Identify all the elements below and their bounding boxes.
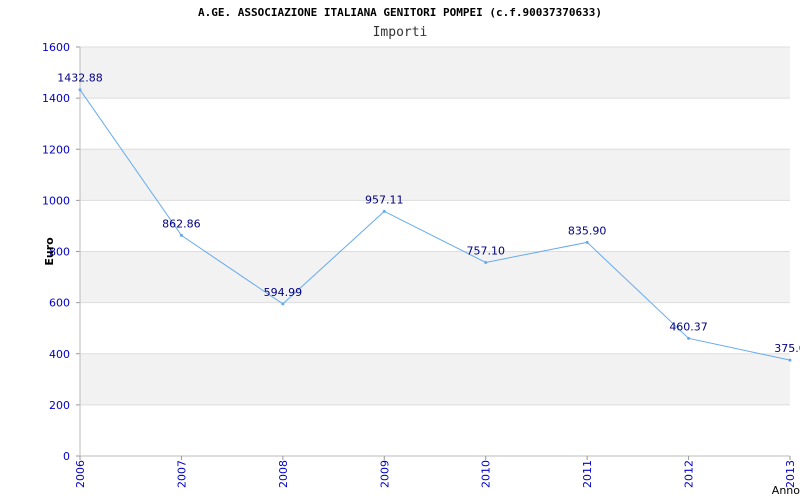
y-tick-label: 1600 [42,41,70,54]
grid-band [80,251,790,303]
x-tick-label: 2012 [683,460,696,488]
data-point [585,240,589,244]
data-point [382,209,386,213]
grid-band [80,353,790,405]
data-label: 594.99 [264,286,303,299]
data-point [281,302,285,306]
x-tick-label: 2011 [581,460,594,488]
data-label: 957.11 [365,193,404,206]
data-point [78,88,82,92]
grid-band [80,149,790,201]
data-point [687,336,691,340]
y-tick-label: 1000 [42,194,70,207]
data-label: 1432.88 [57,72,103,85]
x-tick-label: 2006 [74,460,87,488]
y-tick-label: 0 [63,450,70,463]
y-tick-label: 400 [49,348,70,361]
data-label: 375.0 [774,342,800,355]
y-axis-label: Euro [43,237,56,266]
data-label: 757.10 [466,244,505,257]
line-chart: 020040060080010001200140016002006 2007 200… [42,41,800,497]
x-tick-label: 2010 [480,460,493,488]
y-tick-label: 200 [49,399,70,412]
x-axis-label: Anno [772,484,800,497]
data-point [179,233,183,237]
data-point [484,260,488,264]
y-tick-label: 1200 [42,143,70,156]
grid-band [80,47,790,99]
x-tick-label: 2007 [175,460,188,488]
data-label: 835.90 [568,224,607,237]
y-tick-label: 1400 [42,92,70,105]
data-label: 862.86 [162,217,201,230]
y-tick-label: 600 [49,297,70,310]
data-point [788,358,792,362]
x-tick-label: 2008 [277,460,290,488]
data-label: 460.37 [669,320,708,333]
x-tick-label: 2009 [378,460,391,488]
